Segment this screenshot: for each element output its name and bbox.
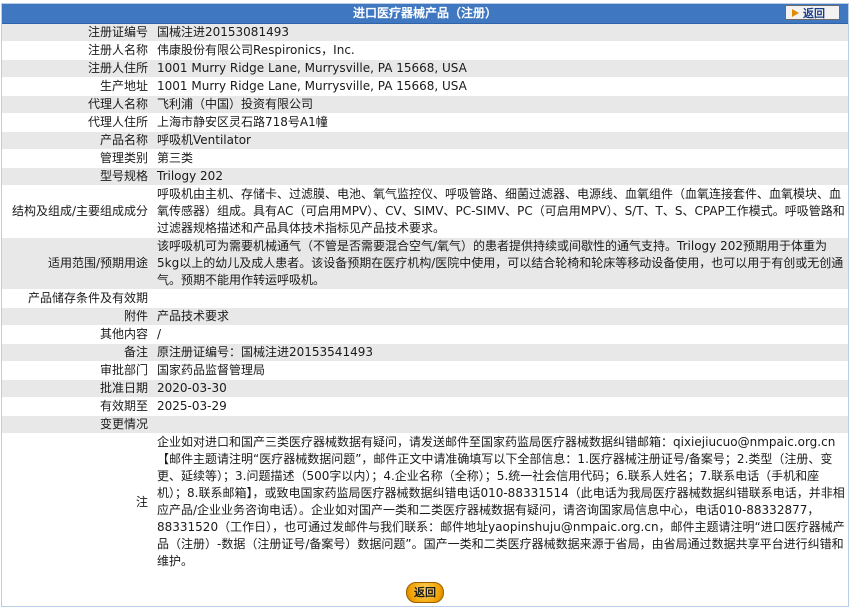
row-model-spec: 型号规格 Trilogy 202 (2, 167, 848, 186)
row-registration-no: 注册证编号 国械注进20153081493 (2, 24, 848, 42)
row-agent-name: 代理人名称 飞利浦（中国）投资有限公司 (2, 95, 848, 114)
row-change-history: 变更情况 (2, 415, 848, 434)
field-value: 第三类 (151, 149, 848, 168)
field-value: 上海市静安区灵石路718号A1幢 (151, 113, 848, 132)
row-note: 注 企业如对进口和国产三类医疗器械数据有疑问，请发送邮件至国家药监局医疗器械数据… (2, 433, 848, 571)
field-value: 1001 Murry Ridge Lane, Murrysville, PA 1… (151, 59, 848, 78)
row-management-class: 管理类别 第三类 (2, 149, 848, 168)
field-label: 附件 (2, 307, 151, 326)
row-structure-composition: 结构及组成/主要组成成分 呼吸机由主机、存储卡、过滤膜、电池、氧气监控仪、呼吸管… (2, 185, 848, 238)
row-intended-use: 适用范围/预期用途 该呼吸机可为需要机械通气（不管是否需要混合空气/氧气）的患者… (2, 237, 848, 290)
field-value: 国械注进20153081493 (151, 24, 848, 42)
field-value: 企业如对进口和国产三类医疗器械数据有疑问，请发送邮件至国家药监局医疗器械数据纠错… (151, 433, 848, 571)
field-value: 呼吸机Ventilator (151, 131, 848, 150)
field-value: 原注册证编号：国械注进20153541493 (151, 343, 848, 362)
field-label: 型号规格 (2, 167, 151, 186)
footer-bar: 返回 (2, 582, 848, 603)
row-approval-dept: 审批部门 国家药品监督管理局 (2, 361, 848, 380)
row-remarks: 备注 原注册证编号：国械注进20153541493 (2, 343, 848, 362)
field-label: 有效期至 (2, 397, 151, 416)
row-agent-address: 代理人住所 上海市静安区灵石路718号A1幢 (2, 113, 848, 132)
detail-panel: 进口医疗器械产品（注册） 返回 注册证编号 国械注进20153081493 注册… (1, 3, 849, 607)
field-label: 代理人住所 (2, 113, 151, 132)
field-value: 产品技术要求 (151, 307, 848, 326)
field-value: 2020-03-30 (151, 379, 848, 398)
field-value: Trilogy 202 (151, 167, 848, 186)
field-label: 生产地址 (2, 77, 151, 96)
field-value: 国家药品监督管理局 (151, 361, 848, 380)
field-value: / (151, 325, 848, 344)
field-label: 注 (2, 433, 151, 571)
row-valid-until: 有效期至 2025-03-29 (2, 397, 848, 416)
row-approval-date: 批准日期 2020-03-30 (2, 379, 848, 398)
field-label: 注册证编号 (2, 24, 151, 42)
detail-table: 注册证编号 国械注进20153081493 注册人名称 伟康股份有限公司Resp… (2, 24, 848, 571)
field-label: 产品储存条件及有效期 (2, 289, 151, 308)
field-label: 结构及组成/主要组成成分 (2, 185, 151, 238)
row-attachment: 附件 产品技术要求 (2, 307, 848, 326)
field-label: 适用范围/预期用途 (2, 237, 151, 290)
title-bar: 进口医疗器械产品（注册） 返回 (2, 4, 848, 24)
field-value: 该呼吸机可为需要机械通气（不管是否需要混合空气/氧气）的患者提供持续或间歇性的通… (151, 237, 848, 290)
field-value: 1001 Murry Ridge Lane, Murrysville, PA 1… (151, 77, 848, 96)
field-value (151, 415, 848, 434)
field-label: 代理人名称 (2, 95, 151, 114)
field-label: 其他内容 (2, 325, 151, 344)
row-product-name: 产品名称 呼吸机Ventilator (2, 131, 848, 150)
field-label: 注册人住所 (2, 59, 151, 78)
row-registrant-address: 注册人住所 1001 Murry Ridge Lane, Murrysville… (2, 59, 848, 78)
field-value: 飞利浦（中国）投资有限公司 (151, 95, 848, 114)
row-registrant-name: 注册人名称 伟康股份有限公司Respironics，Inc. (2, 41, 848, 60)
field-label: 注册人名称 (2, 41, 151, 60)
field-label: 批准日期 (2, 379, 151, 398)
back-button-top[interactable]: 返回 (785, 5, 840, 20)
field-label: 审批部门 (2, 361, 151, 380)
arrow-right-icon (792, 9, 799, 17)
page-title: 进口医疗器械产品（注册） (352, 6, 497, 20)
row-production-address: 生产地址 1001 Murry Ridge Lane, Murrysville,… (2, 77, 848, 96)
field-value: 伟康股份有限公司Respironics，Inc. (151, 41, 848, 60)
back-button-top-label: 返回 (803, 7, 825, 20)
row-storage-validity: 产品储存条件及有效期 (2, 289, 848, 308)
field-label: 备注 (2, 343, 151, 362)
back-button-bottom[interactable]: 返回 (406, 582, 444, 603)
field-value: 呼吸机由主机、存储卡、过滤膜、电池、氧气监控仪、呼吸管路、细菌过滤器、电源线、血… (151, 185, 848, 238)
field-label: 产品名称 (2, 131, 151, 150)
field-value (151, 289, 848, 308)
field-label: 管理类别 (2, 149, 151, 168)
row-other-content: 其他内容 / (2, 325, 848, 344)
field-label: 变更情况 (2, 415, 151, 434)
field-value: 2025-03-29 (151, 397, 848, 416)
